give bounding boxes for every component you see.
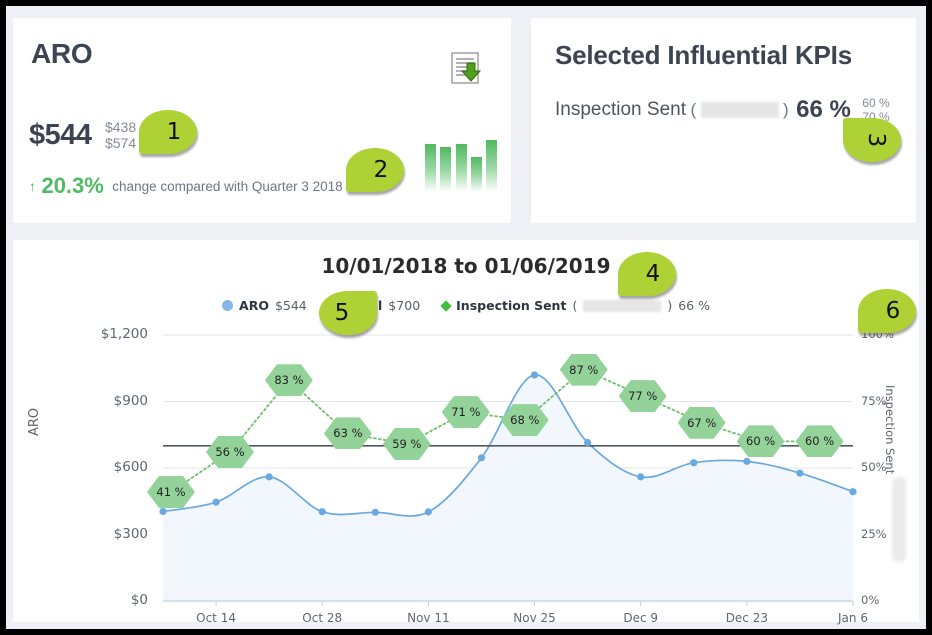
inspection-sent-data-label: 59 % [382,428,431,461]
callout-badge-1[interactable]: 1 [139,110,197,154]
sparkline-bar [455,143,467,192]
kpi-redacted-value [700,102,779,118]
data-label-text: 41 % [156,484,186,499]
data-label-text: 67 % [687,415,717,430]
y-axis-tick: $600 [113,459,148,475]
callout-number: 1 [166,119,182,145]
inspection-sent-data-label: 63 % [323,417,372,450]
inspection-sent-data-label: 60 % [736,425,785,458]
aro-range-high: $438 [104,119,137,135]
inspection-sent-data-label: 87 % [559,353,608,386]
x-axis-tick: Jan 6 [838,611,868,625]
kpi-card-title: Selected Influential KPIs [555,40,852,70]
data-label-text: 68 % [510,413,540,428]
trend-up-icon: ↑ [29,178,36,194]
aro-main-value: $544 [29,119,92,151]
data-label-text: 87 % [569,362,599,377]
y2-axis-tick: 75% [861,393,887,408]
callout-badge-5[interactable]: 5 [319,291,377,335]
data-label-text: 60 % [746,434,776,449]
data-label-text: 83 % [274,373,304,388]
inspection-sent-data-label: 56 % [205,436,254,469]
y2-axis-tick: 25% [861,526,887,541]
x-axis-tick: Oct 14 [196,611,236,625]
aro-change-percent: 20.3% [41,173,104,198]
y-axis-tick: $1,200 [100,326,148,342]
aro-sparkline-bars [425,136,497,192]
kpi-row-inspection-sent: Inspection Sent ( ) 66 % 60 % 70 % [555,96,890,124]
inspection-sent-data-label: 83 % [264,364,313,397]
x-axis-tick: Oct 28 [302,611,343,625]
kpi-paren-open: ( [690,100,697,119]
x-axis-tick: Dec 9 [623,611,659,625]
sparkline-bar [425,143,436,192]
callout-number: 6 [885,298,901,324]
callout-number: 3 [863,132,889,148]
y2-axis-tick: 50% [861,460,887,474]
dashboard-root: ARO $544 $438 $574 ↑ 20.3% change compar… [6,6,926,629]
aro-change-description: change compared with Quarter 3 2018 [112,178,343,194]
callout-badge-2[interactable]: 2 [346,148,404,192]
inspection-sent-data-label: 68 % [500,404,549,437]
aro-value-block: $544 $438 $574 [29,118,136,152]
sparkline-bar [440,147,452,192]
y-axis-tick: $0 [130,592,148,608]
screenshot-frame: ARO $544 $438 $574 ↑ 20.3% change compar… [0,0,932,635]
document-download-icon[interactable] [447,50,483,86]
y2-axis-tick: 0% [861,593,880,607]
data-label-text: 59 % [392,437,422,452]
callout-badge-4[interactable]: 4 [618,252,676,296]
inspection-sent-data-label: 60 % [795,425,844,458]
inspection-sent-data-label: 71 % [441,396,490,429]
y-axis-tick: $300 [113,525,148,542]
x-axis-tick: Nov 11 [407,611,450,625]
sparkline-bar [486,140,497,192]
data-label-text: 56 % [215,445,245,460]
data-label-text: 71 % [451,405,481,420]
inspection-sent-data-label: 41 % [147,475,195,508]
aro-card-title: ARO [31,38,93,69]
inspection-sent-data-label: 77 % [618,380,667,413]
aro-range: $438 $574 [105,119,136,151]
aro-summary-card: ARO $544 $438 $574 ↑ 20.3% change compar… [13,18,511,223]
x-axis-tick: Dec 23 [725,611,768,625]
kpi-range-high: 60 % [862,96,890,110]
aro-range-low: $574 [104,135,137,151]
data-label-text: 77 % [628,389,658,404]
data-label-text: 60 % [804,434,835,449]
kpi-paren-close: ) [783,100,789,119]
sparkline-bar [470,157,482,192]
y-axis-tick: $900 [113,392,148,409]
callout-number: 2 [373,157,389,183]
x-axis-tick: Nov 25 [513,611,556,625]
callout-badge-6[interactable]: 6 [858,289,916,333]
timeseries-chart-panel: 10/01/2018 to 01/06/2019 ARO $544 Goal $… [13,240,919,625]
callout-number: 4 [645,261,661,287]
kpi-name: Inspection Sent [555,99,686,120]
inspection-sent-data-label: 67 % [677,406,726,439]
callout-badge-3[interactable]: 3 [843,118,901,162]
callout-number: 5 [334,300,350,326]
chart-plot-area: ARO Inspection Sent $0 $300 $600 $900 $1,200… [13,240,919,625]
aro-change-row: ↑ 20.3% change compared with Quarter 3 2… [29,173,343,199]
data-label-text: 63 % [333,426,363,441]
